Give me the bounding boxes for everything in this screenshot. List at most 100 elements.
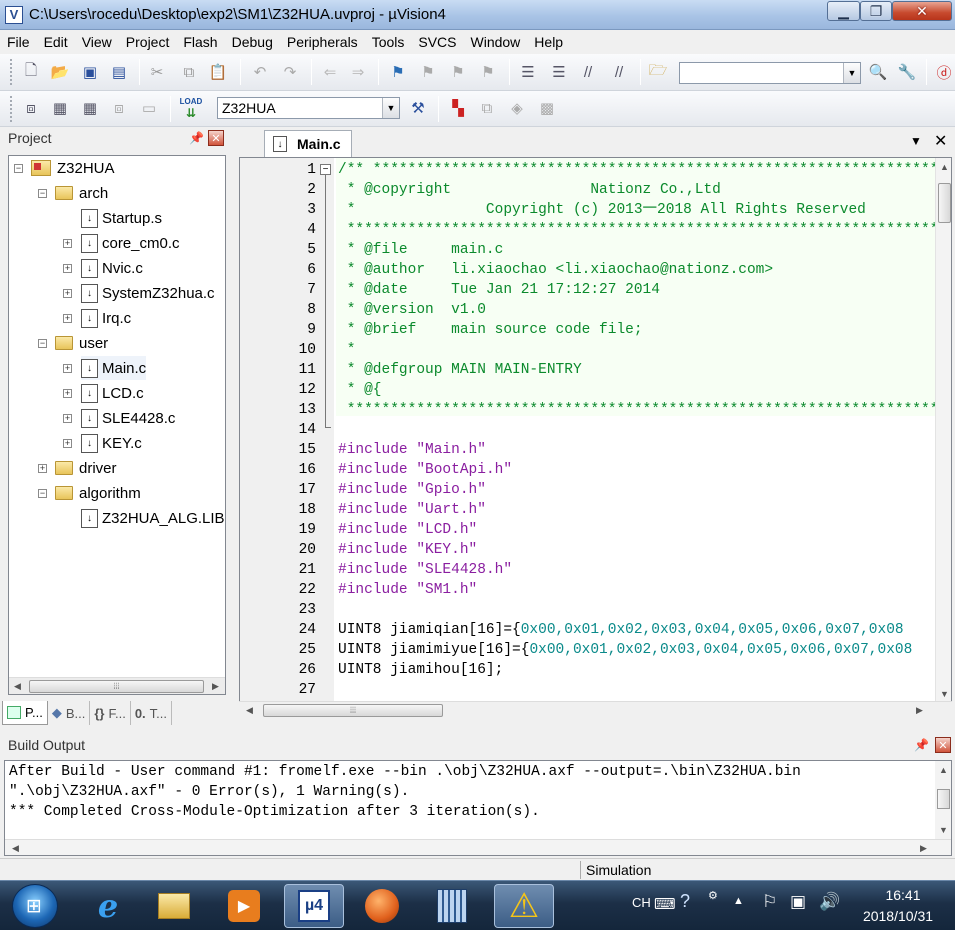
comment-icon[interactable]: // (578, 62, 598, 82)
code-line[interactable]: #include "BootApi.h" (338, 460, 512, 480)
clock-date[interactable]: 2018/10/31 (848, 908, 948, 924)
paste-icon[interactable]: 📋 (208, 62, 228, 82)
expand-icon[interactable]: + (38, 464, 47, 473)
menu-view[interactable]: View (75, 34, 119, 50)
download-load-button[interactable]: LOAD ⇊ (178, 96, 204, 120)
tree-folder-algorithm[interactable]: algorithm (55, 481, 141, 505)
debug-start-icon[interactable]: ⓓ (934, 62, 954, 82)
menu-flash[interactable]: Flash (176, 34, 224, 50)
fold-collapse-icon[interactable]: − (320, 164, 331, 175)
tree-folder-user[interactable]: user (55, 331, 108, 355)
clock-time[interactable]: 16:41 (868, 887, 938, 903)
expand-icon[interactable]: + (63, 264, 72, 273)
code-line[interactable]: #include "KEY.h" (338, 540, 477, 560)
taskbar-explorer[interactable] (144, 884, 204, 928)
code-line[interactable]: /** ************************************… (338, 160, 951, 180)
manage-components-icon[interactable]: ▚ (448, 98, 468, 118)
build-output-text[interactable]: After Build - User command #1: fromelf.e… (4, 760, 952, 856)
navigate-forward-icon[interactable]: ⇒ (348, 62, 368, 82)
rebuild-icon[interactable]: ▦ (80, 98, 100, 118)
code-line[interactable]: UINT8 jiamihou[16]; (338, 660, 503, 680)
incremental-find-icon[interactable]: 🔧 (897, 62, 917, 82)
code-line[interactable]: * @date Tue Jan 21 17:12:27 2014 (338, 280, 660, 300)
input-language[interactable]: CH (632, 895, 651, 910)
scroll-thumb[interactable] (938, 183, 951, 223)
scroll-thumb[interactable]: ⦙⦙⦙ (263, 704, 443, 717)
close-tab-icon[interactable]: ✕ (934, 131, 947, 151)
tree-file-core-cm0[interactable]: ↓ core_cm0.c (81, 231, 180, 255)
tree-file-z32hua-alg-lib[interactable]: ↓ Z32HUA_ALG.LIB (81, 506, 225, 530)
menu-project[interactable]: Project (119, 34, 177, 50)
collapse-icon[interactable]: − (38, 189, 47, 198)
code-line[interactable]: #include "LCD.h" (338, 520, 477, 540)
cut-icon[interactable]: ✂ (147, 62, 167, 82)
expand-icon[interactable]: + (63, 389, 72, 398)
translate-icon[interactable]: ⧈ (21, 98, 41, 118)
build-icon[interactable]: ▦ (50, 98, 70, 118)
code-line[interactable]: #include "Gpio.h" (338, 480, 486, 500)
start-button[interactable]: ⊞ (12, 884, 58, 928)
stop-build-icon[interactable]: ▭ (139, 98, 159, 118)
tree-file-main[interactable]: ↓ Main.c (81, 356, 147, 380)
open-folder-icon[interactable]: 📂 (50, 62, 70, 82)
pin-icon[interactable]: 📌 (189, 131, 204, 145)
code-line[interactable]: #include "SLE4428.h" (338, 560, 512, 580)
bookmark-clear-icon[interactable]: ⚑ (478, 62, 498, 82)
copy-icon[interactable]: ⧉ (179, 62, 199, 82)
menu-file[interactable]: File (0, 34, 37, 50)
menu-help[interactable]: Help (527, 34, 570, 50)
scroll-right-icon[interactable]: ▶ (207, 678, 224, 694)
target-select[interactable]: Z32HUA ▼ (217, 97, 400, 119)
code-line[interactable]: * Copyright (c) 2013一2018 All Rights Res… (338, 200, 866, 220)
expand-icon[interactable]: + (63, 239, 72, 248)
menu-debug[interactable]: Debug (225, 34, 280, 50)
tab-functions[interactable]: {} F... (90, 701, 131, 725)
minimize-button[interactable]: ▁ (827, 1, 860, 21)
close-button[interactable]: ✕ (892, 1, 952, 21)
code-line[interactable]: #include "Uart.h" (338, 500, 486, 520)
collapse-icon[interactable]: − (38, 339, 47, 348)
tab-project[interactable]: P... (2, 701, 48, 725)
target-options-icon[interactable]: ⚒ (408, 98, 428, 118)
menu-tools[interactable]: Tools (365, 34, 412, 50)
collapse-icon[interactable]: − (38, 489, 47, 498)
scroll-up-icon[interactable]: ▲ (936, 158, 951, 175)
tab-main-c[interactable]: ↓ Main.c (264, 130, 352, 157)
navigate-back-icon[interactable]: ⇐ (320, 62, 340, 82)
scroll-left-icon[interactable]: ◀ (9, 678, 26, 694)
code-line[interactable]: ****************************************… (338, 400, 951, 420)
tree-file-systemz32hua[interactable]: ↓ SystemZ32hua.c (81, 281, 215, 305)
scroll-left-icon[interactable]: ◀ (241, 702, 258, 719)
scroll-up-icon[interactable]: ▲ (935, 761, 951, 778)
expand-icon[interactable]: + (63, 364, 72, 373)
tab-books[interactable]: ◆ B... (48, 701, 91, 725)
close-panel-icon[interactable]: ✕ (935, 737, 951, 753)
expand-icon[interactable]: + (63, 414, 72, 423)
menu-window[interactable]: Window (464, 34, 528, 50)
expand-icon[interactable]: + (63, 289, 72, 298)
tree-file-irq[interactable]: ↓ Irq.c (81, 306, 131, 330)
new-file-icon[interactable]: 🗋 (21, 62, 41, 82)
help-icon[interactable]: ? (680, 891, 690, 912)
manage-environment-icon[interactable]: ▩ (537, 98, 557, 118)
tree-node-root[interactable]: Z32HUA (31, 156, 115, 180)
show-hidden-icons-chevron[interactable]: ▲ (733, 895, 744, 907)
volume-icon[interactable]: 🔊 (819, 892, 840, 912)
pin-icon[interactable]: 📌 (914, 738, 929, 752)
save-icon[interactable]: ▣ (80, 62, 100, 82)
code-line[interactable]: #include "SM1.h" (338, 580, 477, 600)
ime-options-icon[interactable]: ⚙ (708, 889, 718, 902)
chevron-down-icon[interactable]: ▼ (843, 63, 860, 83)
tree-file-startup[interactable]: ↓ Startup.s (81, 206, 162, 230)
taskbar-uvision[interactable]: µ4 (284, 884, 344, 928)
tree-folder-arch[interactable]: arch (55, 181, 108, 205)
find-icon[interactable]: 🔍 (868, 62, 888, 82)
tree-file-nvic[interactable]: ↓ Nvic.c (81, 256, 143, 280)
bookmark-toggle-icon[interactable]: ⚑ (388, 62, 408, 82)
taskbar-basketball-app[interactable] (352, 884, 412, 928)
build-vertical-scrollbar[interactable]: ▲ ▼ (935, 761, 951, 839)
code-line[interactable]: ****************************************… (338, 220, 951, 240)
expand-icon[interactable]: + (63, 439, 72, 448)
find-combobox[interactable]: ▼ (679, 62, 861, 84)
find-in-files-icon[interactable]: 🗁 (648, 62, 668, 82)
